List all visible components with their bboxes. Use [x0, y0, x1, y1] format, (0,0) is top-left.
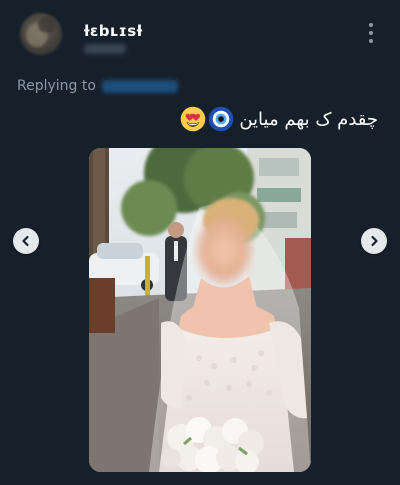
nazar-amulet-icon — [209, 106, 234, 132]
replying-to-mention-blurred[interactable] — [101, 79, 178, 93]
carousel-next-button[interactable] — [361, 228, 387, 254]
replying-to-label: Replying to — [17, 78, 96, 94]
tweet-text: چقدم ک بهم میاین — [180, 106, 378, 132]
display-name[interactable]: ƚɛbʟɪsƚ — [84, 22, 143, 40]
replying-to-line: Replying to — [17, 78, 178, 94]
tweet-media-image[interactable] — [89, 148, 311, 472]
tweet-emojis — [180, 106, 234, 132]
carousel-previous-button[interactable] — [13, 228, 39, 254]
more-dot-icon — [369, 39, 373, 43]
username-blurred[interactable] — [84, 44, 126, 54]
wedding-photo — [89, 148, 311, 472]
chevron-left-icon — [22, 235, 29, 247]
tweet-screen: ƚɛbʟɪsƚ Replying to چقدم ک بهم میاین — [0, 0, 400, 485]
avatar-image-blur-shade — [38, 17, 56, 33]
smiling-face-with-heart-eyes-icon — [181, 106, 206, 132]
chevron-right-icon — [371, 235, 378, 247]
tweet-text-body: چقدم ک بهم میاین — [239, 108, 378, 130]
avatar[interactable] — [20, 13, 62, 55]
more-dot-icon — [369, 23, 373, 27]
more-dot-icon — [369, 31, 373, 35]
more-options-button[interactable] — [360, 20, 382, 46]
